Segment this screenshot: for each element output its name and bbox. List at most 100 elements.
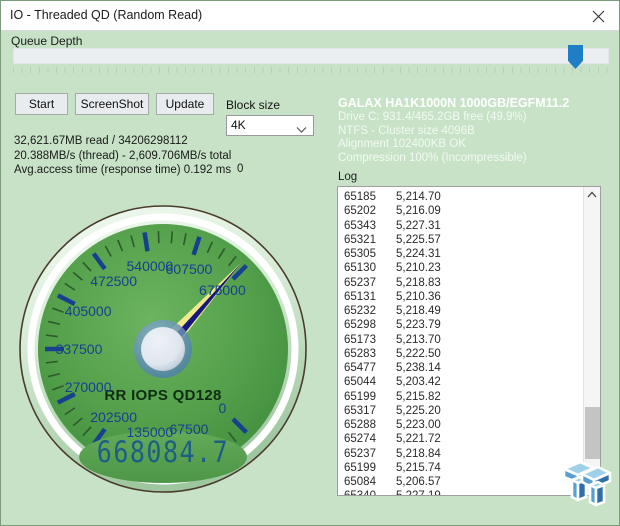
log-value: 5,210.23 (396, 262, 441, 274)
title-bar: IO - Threaded QD (Random Read) (1, 1, 620, 31)
log-row: 652885,223.00 (344, 418, 564, 432)
stat-read-total: 32,621.67MB read / 34206298112 (14, 134, 334, 149)
log-value: 5,227.19 (396, 490, 441, 496)
drive-compression: Compression 100% (Incompressible) (338, 152, 618, 166)
stats-block: 32,621.67MB read / 34206298112 20.388MB/… (14, 134, 334, 178)
log-value: 5,218.83 (396, 277, 441, 289)
start-button[interactable]: Start (15, 93, 68, 115)
drive-alignment: Alignment 102400KB OK (338, 138, 618, 152)
log-value: 5,227.31 (396, 220, 441, 232)
block-size-value: 4K (231, 118, 246, 132)
log-iops: 65199 (344, 461, 396, 475)
log-iops: 65185 (344, 190, 396, 204)
drive-filesystem: NTFS - Cluster size 4096B (338, 125, 618, 139)
log-row: 652745,221.72 (344, 432, 564, 446)
slider-track[interactable] (13, 48, 609, 64)
log-iops: 65288 (344, 418, 396, 432)
log-row: 652325,218.49 (344, 304, 564, 318)
log-label: Log (338, 171, 357, 183)
drive-model: GALAX HA1K1000N 1000GB/EGFM11.2 (338, 96, 618, 111)
log-row: 652985,223.79 (344, 318, 564, 332)
slider-thumb[interactable] (568, 45, 583, 69)
log-row: 653435,227.31 (344, 219, 564, 233)
log-row: 650445,203.42 (344, 375, 564, 389)
stat-access-time: Avg.access time (response time) 0.192 ms (14, 163, 334, 178)
log-row: 651315,210.36 (344, 290, 564, 304)
log-value: 5,224.31 (396, 248, 441, 260)
log-value: 5,215.74 (396, 462, 441, 474)
log-value: 5,206.57 (396, 476, 441, 488)
gauge-caption: RR IOPS QD128 (18, 387, 308, 404)
log-iops: 65044 (344, 375, 396, 389)
gauge-hub (141, 327, 185, 371)
log-row: 651735,213.70 (344, 333, 564, 347)
log-row: 650845,206.57 (344, 475, 564, 489)
drive-info-panel: GALAX HA1K1000N 1000GB/EGFM11.2 Drive C:… (338, 96, 618, 165)
drive-capacity: Drive C: 931.4/465.2GB free (49.9%) (338, 111, 618, 125)
scrollbar-thumb[interactable] (585, 407, 600, 459)
log-row: 652375,218.83 (344, 276, 564, 290)
log-iops: 65305 (344, 247, 396, 261)
log-iops: 65274 (344, 432, 396, 446)
log-row: 651995,215.74 (344, 461, 564, 475)
log-iops: 65343 (344, 219, 396, 233)
log-value: 5,222.50 (396, 348, 441, 360)
close-icon (592, 10, 605, 23)
log-value: 5,216.09 (396, 205, 441, 217)
log-iops: 65202 (344, 204, 396, 218)
log-iops: 65340 (344, 489, 396, 496)
gauge-readout: 668084.7 (18, 435, 308, 469)
log-iops: 65283 (344, 347, 396, 361)
log-value: 5,203.42 (396, 376, 441, 388)
log-value: 5,221.72 (396, 433, 441, 445)
log-value: 5,213.70 (396, 334, 441, 346)
log-row: 652375,218.84 (344, 447, 564, 461)
log-row: 654775,238.14 (344, 361, 564, 375)
log-row: 651855,214.70 (344, 190, 564, 204)
window-title: IO - Threaded QD (Random Read) (10, 8, 202, 22)
log-value: 5,223.79 (396, 319, 441, 331)
slider-ticks (13, 67, 609, 73)
log-value: 5,214.70 (396, 191, 441, 203)
log-iops: 65173 (344, 333, 396, 347)
block-size-select[interactable]: 4K (226, 115, 314, 136)
log-row: 653055,224.31 (344, 247, 564, 261)
log-value: 5,210.36 (396, 291, 441, 303)
log-iops: 65237 (344, 447, 396, 461)
log-value: 5,218.84 (396, 448, 441, 460)
log-iops: 65084 (344, 475, 396, 489)
log-row: 651305,210.23 (344, 261, 564, 275)
log-row: 653215,225.57 (344, 233, 564, 247)
log-value: 5,223.00 (396, 419, 441, 431)
log-iops: 65130 (344, 261, 396, 275)
stat-error-count: 0 (237, 163, 243, 175)
tweaktown-logo (558, 456, 614, 512)
stat-throughput: 20.388MB/s (thread) - 2,609.706MB/s tota… (14, 149, 334, 164)
log-value: 5,215.82 (396, 391, 441, 403)
log-iops: 65477 (344, 361, 396, 375)
log-value: 5,238.14 (396, 362, 441, 374)
log-iops: 65131 (344, 290, 396, 304)
gauge-major-tick (145, 232, 148, 251)
log-iops: 65298 (344, 318, 396, 332)
log-iops: 65321 (344, 233, 396, 247)
log-iops: 65317 (344, 404, 396, 418)
log-iops: 65199 (344, 390, 396, 404)
screenshot-button[interactable]: ScreenShot (75, 93, 149, 115)
log-value: 5,225.20 (396, 405, 441, 417)
chevron-up-icon[interactable] (584, 187, 600, 203)
log-panel[interactable]: 651855,214.70652025,216.09653435,227.316… (337, 186, 601, 496)
queue-depth-label: Queue Depth (11, 34, 82, 48)
queue-depth-slider[interactable] (13, 48, 609, 78)
log-value: 5,218.49 (396, 305, 441, 317)
log-row: 653175,225.20 (344, 404, 564, 418)
log-list: 651855,214.70652025,216.09653435,227.316… (344, 190, 564, 496)
log-scrollbar[interactable] (583, 187, 600, 495)
close-button[interactable] (576, 1, 620, 30)
block-size-label: Block size (226, 98, 280, 112)
log-row: 652835,222.50 (344, 347, 564, 361)
gauge-minor-tick (171, 231, 172, 243)
log-value: 5,225.57 (396, 234, 441, 246)
log-row: 653405,227.19 (344, 489, 564, 496)
update-button[interactable]: Update (156, 93, 214, 115)
